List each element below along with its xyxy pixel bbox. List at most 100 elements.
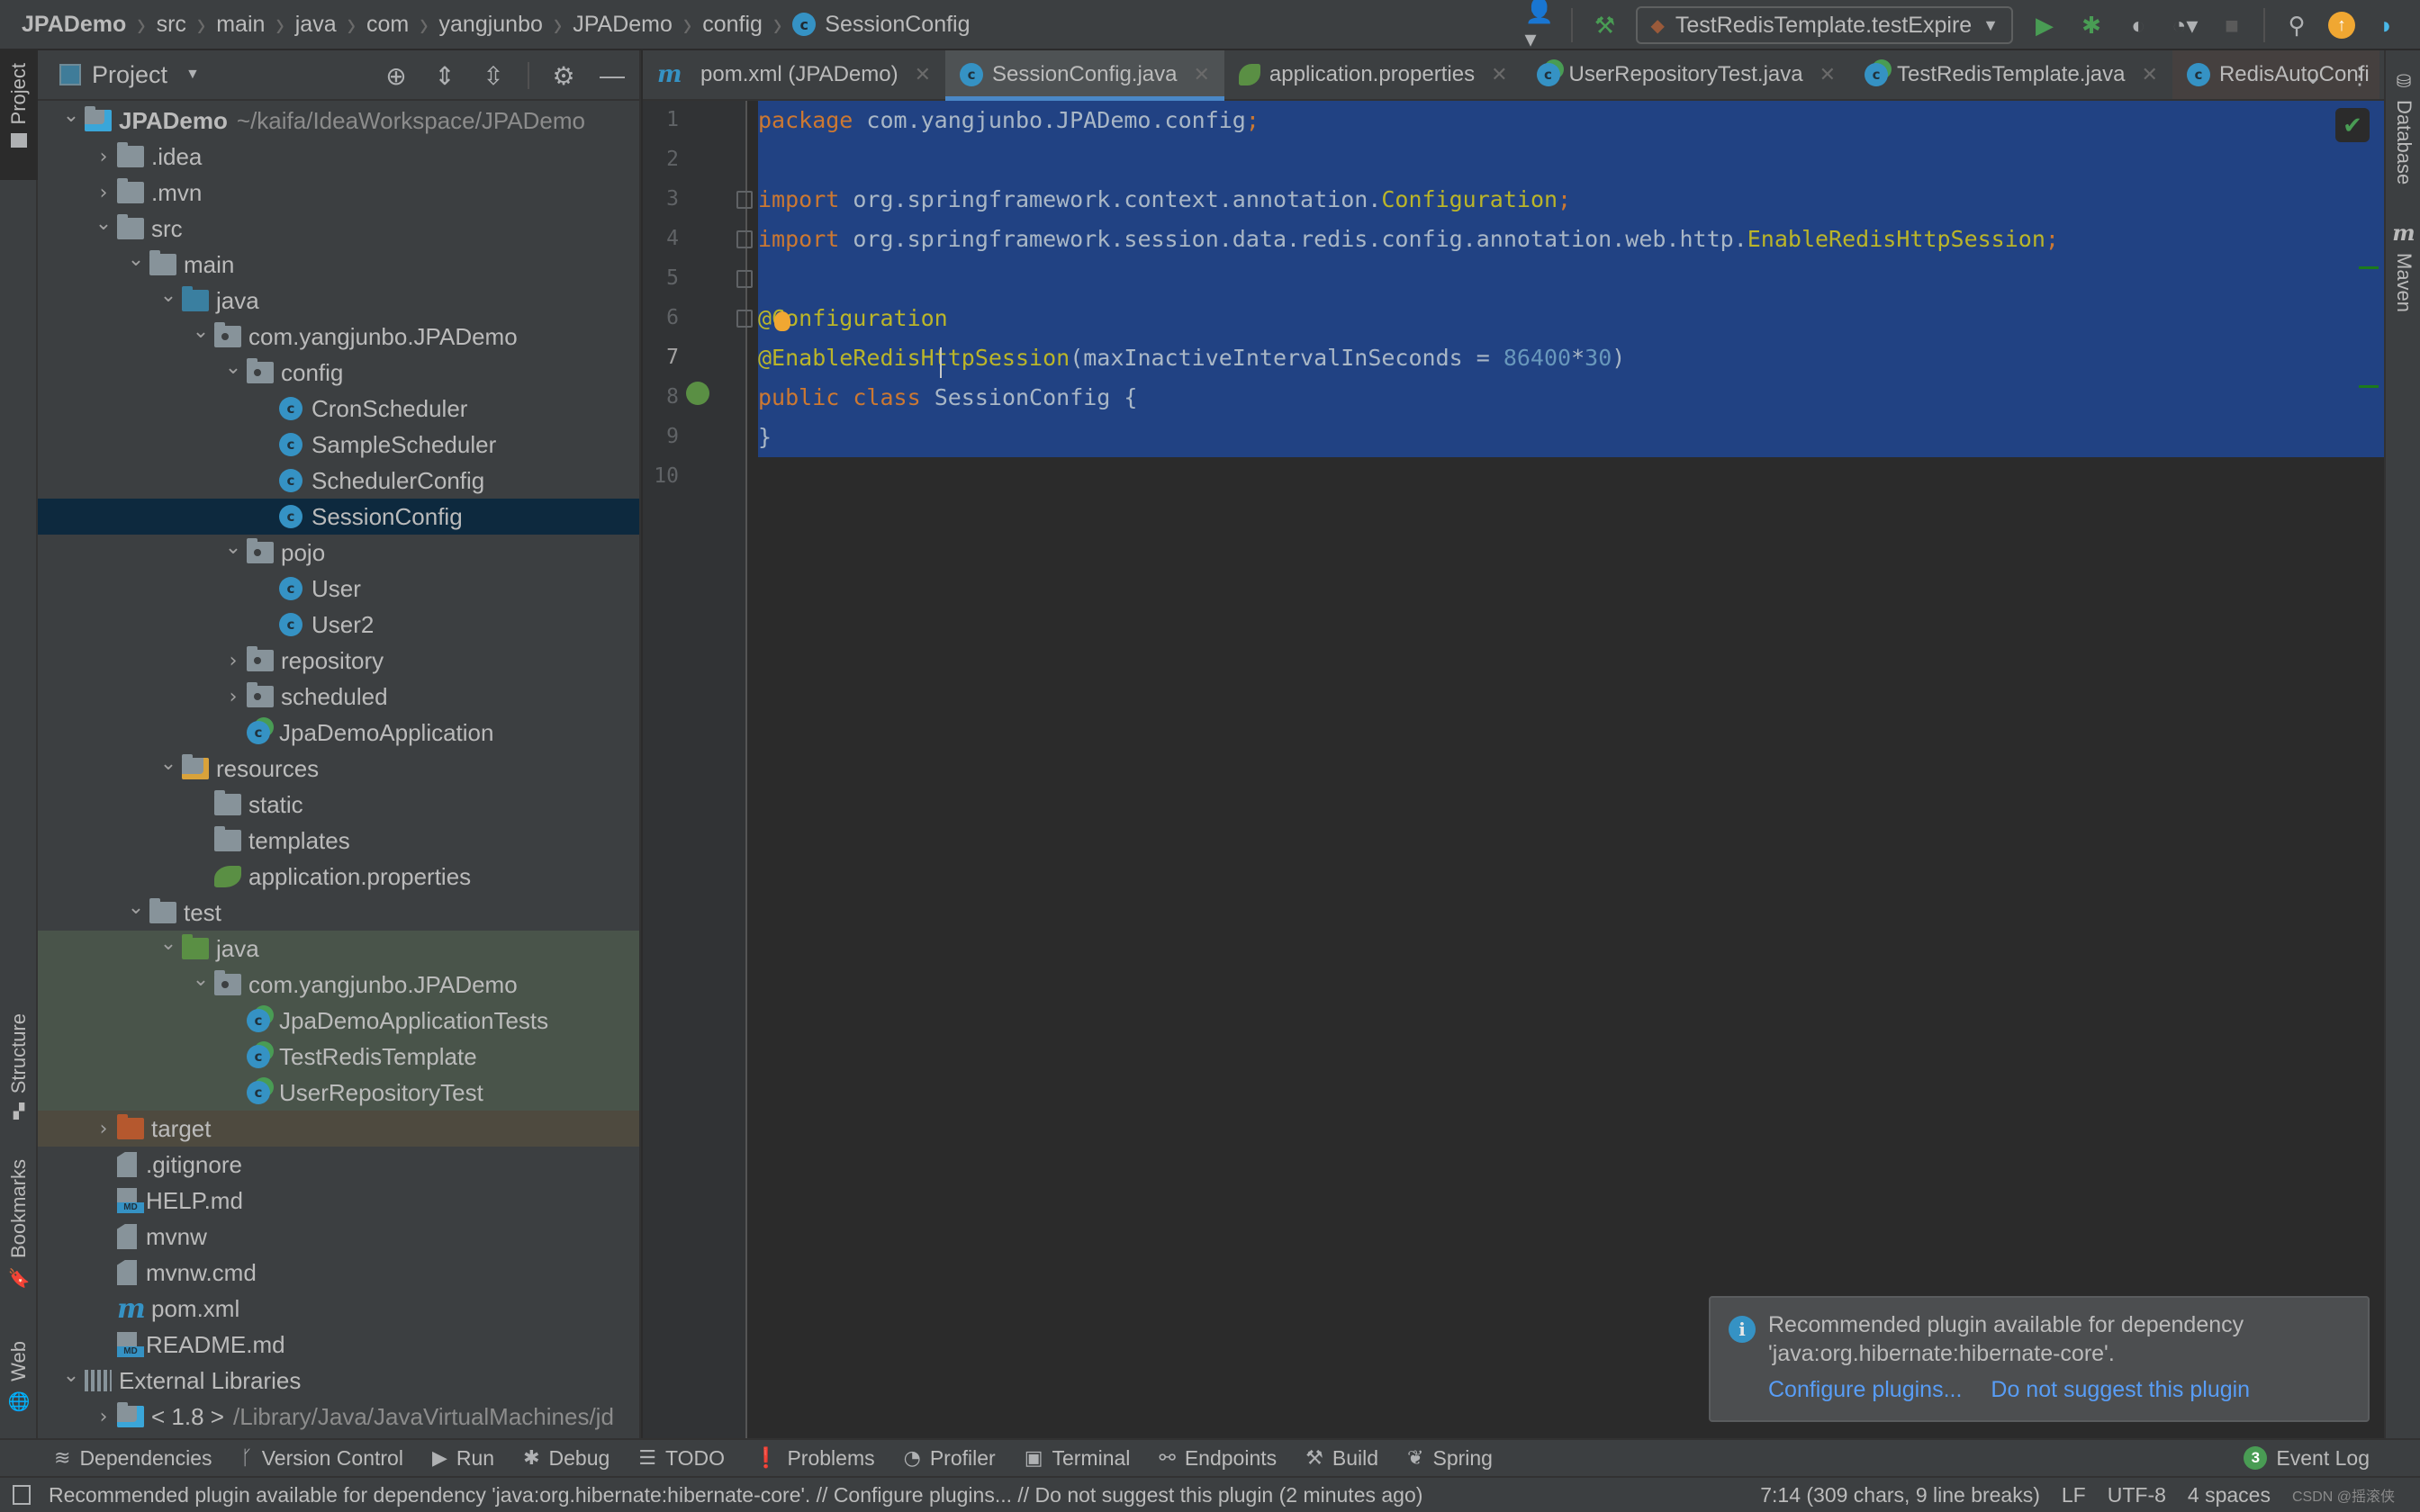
tab-list-chevron-icon[interactable]: ⌄ [2303, 62, 2323, 90]
tree-item[interactable]: ›cSessionConfig [38, 499, 639, 535]
tree-item[interactable]: ›static [38, 787, 639, 823]
fold-marker-icon[interactable] [736, 270, 753, 288]
close-tab-icon[interactable]: ✕ [1820, 63, 1836, 86]
fold-marker-icon[interactable] [736, 310, 753, 328]
project-panel-title[interactable]: Project [92, 61, 167, 89]
tool-window-dependencies[interactable]: ≋ Dependencies [54, 1446, 212, 1471]
chevron-down-icon[interactable]: ⌄ [220, 356, 247, 379]
inspection-ok-icon[interactable]: ✔ [2335, 108, 2370, 142]
tree-item[interactable]: › < 1.8 > /Library/Java/JavaVirtualMachine… [38, 1399, 639, 1435]
hide-panel-icon[interactable]: — [598, 61, 627, 90]
editor-tab[interactable]: c UserRepositoryTest.java ✕ [1522, 50, 1851, 99]
tree-item[interactable]: ⌄ java [38, 931, 639, 967]
code-editor[interactable]: 1 2 3 4 5 6 7 8 9 10 package com.yangjunbo.JPADem… [643, 101, 2384, 1438]
chevron-right-icon[interactable]: › [90, 1118, 117, 1140]
tool-window-endpoints[interactable]: ⚯ Endpoints [1159, 1446, 1277, 1471]
file-encoding[interactable]: UTF-8 [2108, 1483, 2166, 1508]
gear-icon[interactable]: ⚙ [549, 61, 578, 91]
code-area[interactable]: package com.yangjunbo.JPADemo.config; imp… [758, 101, 2384, 1438]
tree-item[interactable]: ›cJpaDemoApplication [38, 715, 639, 751]
tree-item[interactable]: › repository [38, 643, 639, 679]
search-icon[interactable]: ⚲ [2281, 10, 2312, 40]
tree-item[interactable]: ›mvnw [38, 1219, 639, 1255]
tool-window-todo[interactable]: ☰ TODO [638, 1446, 725, 1471]
tool-window-bookmarks[interactable]: Bookmarks 🔖 [0, 1159, 38, 1290]
tool-window-problems[interactable]: ❗ Problems [754, 1446, 875, 1471]
coverage-icon[interactable]: ◐ [2123, 10, 2154, 40]
chevron-down-icon[interactable]: ⌄ [187, 968, 214, 991]
breadcrumb-item[interactable]: main [216, 12, 265, 38]
stop-icon[interactable]: ■ [2217, 10, 2247, 40]
tree-item[interactable]: ⌄ resources [38, 751, 639, 787]
tree-item[interactable]: ›cUserRepositoryTest [38, 1075, 639, 1111]
chevron-right-icon[interactable]: › [220, 686, 247, 708]
tool-window-project[interactable]: Project [0, 50, 38, 180]
editor-tab[interactable]: c SessionConfig.java ✕ [945, 50, 1224, 101]
profiler-icon[interactable]: ◔▾ [2170, 10, 2200, 40]
tree-item[interactable]: ⌄ pojo [38, 535, 639, 571]
chevron-right-icon[interactable]: › [90, 1406, 117, 1428]
tree-item[interactable]: ›application.properties [38, 859, 639, 895]
tree-item[interactable]: ⌄ src [38, 211, 639, 247]
toolbox-icon[interactable]: ◗ [2371, 10, 2402, 40]
tool-window-terminal[interactable]: ▣ Terminal [1025, 1446, 1131, 1471]
fold-marker-icon[interactable] [736, 191, 753, 209]
tree-item[interactable]: ⌄ main [38, 247, 639, 283]
chevron-down-icon[interactable]: ⌄ [58, 1364, 85, 1387]
tool-window-build[interactable]: ⚒ Build [1305, 1446, 1378, 1471]
tree-item[interactable]: ›cSampleScheduler [38, 427, 639, 463]
tool-window-web[interactable]: Web 🌐 [0, 1341, 38, 1413]
locate-file-icon[interactable]: ⊕ [382, 61, 411, 91]
event-log-button[interactable]: 3 Event Log [2244, 1440, 2370, 1476]
user-icon[interactable]: 👤▾ [1524, 0, 1555, 52]
tree-item[interactable]: ⌄ JPADemo ~/kaifa/IdeaWorkspace/JPADemo [38, 103, 639, 139]
run-configuration-select[interactable]: ◆ TestRedisTemplate.testExpire ▼ [1636, 6, 2013, 44]
tree-item[interactable]: ›cUser2 [38, 607, 639, 643]
close-tab-icon[interactable]: ✕ [2142, 63, 2158, 86]
tree-item[interactable]: ⌄ com.yangjunbo.JPADemo [38, 967, 639, 1003]
close-tab-icon[interactable]: ✕ [1193, 63, 1209, 86]
tree-item[interactable]: ⌄ config [38, 355, 639, 391]
chevron-right-icon[interactable]: › [90, 146, 117, 168]
tool-window-version-control[interactable]: ᚴ Version Control [241, 1446, 403, 1471]
tree-item[interactable]: ⌄ External Libraries [38, 1363, 639, 1399]
intention-bulb-icon[interactable] [774, 311, 790, 331]
status-message[interactable]: Recommended plugin available for depende… [49, 1483, 1422, 1508]
breadcrumb-item[interactable]: yangjunbo [439, 12, 543, 38]
more-options-icon[interactable]: ⋮ [2348, 62, 2371, 90]
tree-item[interactable]: › .mvn [38, 175, 639, 211]
breadcrumb-item[interactable]: JPADemo [22, 12, 126, 38]
chevron-down-icon[interactable]: ⌄ [122, 248, 149, 271]
chevron-down-icon[interactable]: ⌄ [58, 104, 85, 127]
tool-window-run[interactable]: ▶ Run [432, 1446, 494, 1471]
build-hammer-icon[interactable]: ⚒ [1589, 10, 1620, 40]
editor-tab[interactable]: c TestRedisTemplate.java ✕ [1850, 50, 2172, 99]
chevron-down-icon[interactable]: ⌄ [90, 212, 117, 235]
tool-window-debug[interactable]: ✱ Debug [523, 1446, 610, 1471]
tool-window-structure[interactable]: Structure ▞ [0, 1013, 38, 1120]
indent-setting[interactable]: 4 spaces [2188, 1483, 2271, 1508]
tree-item[interactable]: ⌄ com.yangjunbo.JPADemo [38, 319, 639, 355]
editor-tab[interactable]: m pom.xml (JPADemo) ✕ [643, 50, 945, 99]
chevron-down-icon[interactable]: ▼ [185, 67, 200, 83]
breadcrumb-item[interactable]: JPADemo [573, 12, 673, 38]
chevron-down-icon[interactable]: ⌄ [155, 752, 182, 775]
tree-item[interactable]: ›cJpaDemoApplicationTests [38, 1003, 639, 1039]
tree-item[interactable]: ›cUser [38, 571, 639, 607]
breadcrumb-item[interactable]: SessionConfig [825, 12, 970, 38]
tree-item[interactable]: ›templates [38, 823, 639, 859]
tool-window-spring[interactable]: ❦ Spring [1407, 1446, 1493, 1471]
breadcrumb-item[interactable]: config [702, 12, 763, 38]
tree-item[interactable]: ›mpom.xml [38, 1291, 639, 1327]
tree-item[interactable]: › .idea [38, 139, 639, 175]
fold-marker-icon[interactable] [736, 230, 753, 248]
toggle-tool-windows-icon[interactable] [13, 1485, 31, 1505]
expand-all-icon[interactable]: ⇕ [430, 61, 459, 91]
chevron-down-icon[interactable]: ⌄ [187, 320, 214, 343]
collapse-all-icon[interactable]: ⇳ [479, 61, 508, 91]
tree-item[interactable]: › scheduled [38, 679, 639, 715]
chevron-right-icon[interactable]: › [90, 182, 117, 204]
do-not-suggest-link[interactable]: Do not suggest this plugin [1991, 1377, 2250, 1403]
chevron-down-icon[interactable]: ⌄ [220, 536, 247, 559]
breadcrumb-item[interactable]: com [366, 12, 409, 38]
